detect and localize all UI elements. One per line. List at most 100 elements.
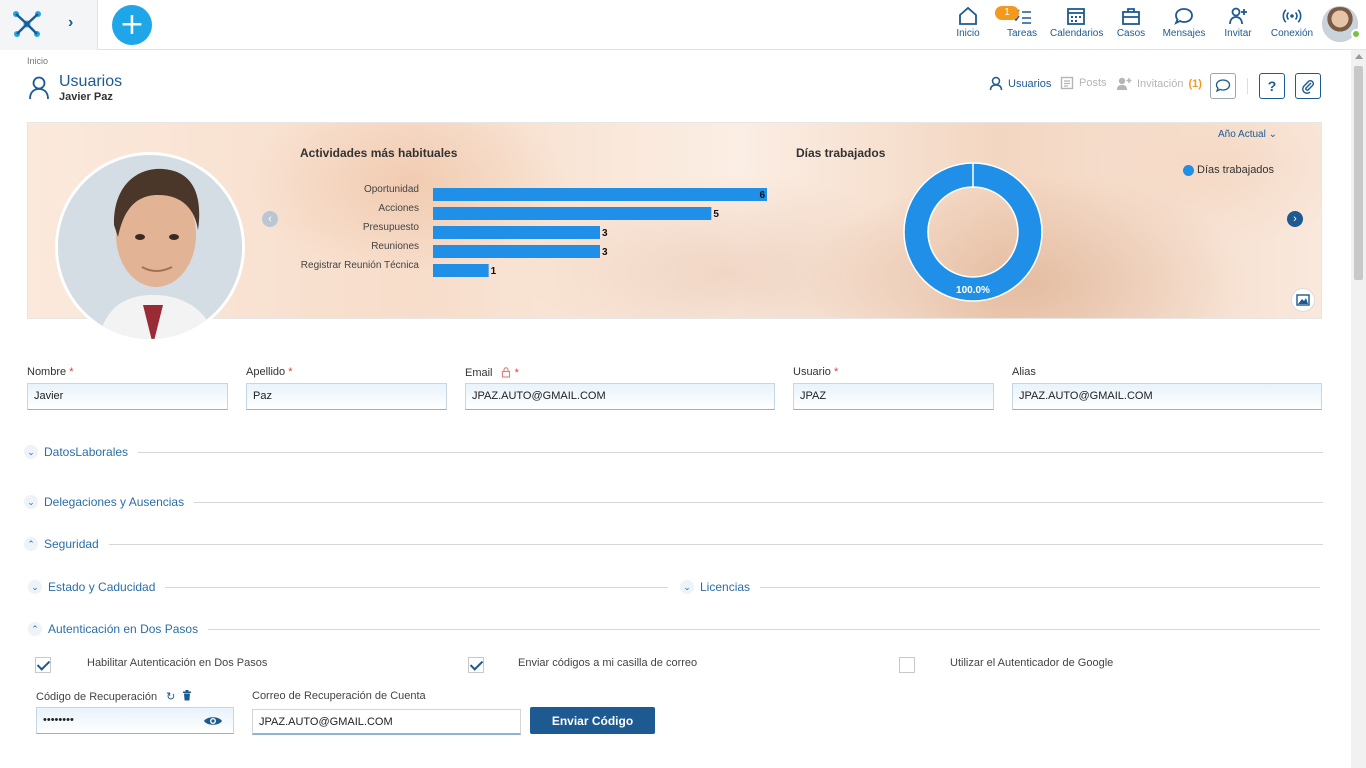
usuario-input[interactable]: JPAZ	[793, 383, 994, 410]
alias-input[interactable]: JPAZ.AUTO@GMAIL.COM	[1012, 383, 1322, 410]
nav-label: Conexión	[1270, 28, 1314, 39]
tab-label: Posts	[1079, 77, 1107, 89]
page-scrollbar[interactable]	[1351, 50, 1366, 768]
bar-value-label: 5	[713, 209, 719, 220]
nav-mensajes[interactable]: Mensajes	[1162, 6, 1206, 39]
brand-area: ›	[0, 0, 98, 50]
bar-2	[433, 226, 600, 239]
scroll-up-icon[interactable]	[1355, 54, 1363, 59]
section-divider	[208, 628, 1320, 630]
nav-casos[interactable]: Casos	[1116, 6, 1146, 39]
top-bar: › + Inicio Tareas 1 Calendarios Casos Me…	[0, 0, 1366, 50]
nav-conexion[interactable]: Conexión	[1270, 6, 1314, 39]
section-label: Autenticación en Dos Pasos	[48, 622, 199, 636]
expand-menu-icon[interactable]: ›	[68, 14, 73, 32]
email-codes-checkbox[interactable]	[468, 657, 484, 673]
app-logo-icon[interactable]	[10, 8, 44, 38]
trash-icon[interactable]	[182, 690, 192, 703]
scrollbar-thumb[interactable]	[1354, 66, 1363, 280]
eye-icon[interactable]	[203, 714, 223, 728]
posts-icon	[1060, 76, 1074, 90]
change-background-button[interactable]	[1291, 288, 1315, 312]
lock-icon	[501, 367, 510, 378]
nav-label: Tareas	[1006, 28, 1037, 39]
days-chart-title: Días trabajados	[796, 146, 886, 160]
tab-label: Invitación	[1137, 77, 1184, 90]
attachments-button[interactable]	[1295, 73, 1321, 99]
bar-category-label: Presupuesto	[363, 222, 420, 233]
tab-usuarios[interactable]: Usuarios	[989, 76, 1051, 91]
refresh-icon[interactable]: ↻	[166, 690, 175, 703]
invite-icon	[1117, 77, 1132, 90]
section-licencias[interactable]: ⌄ Licencias	[680, 580, 1320, 594]
help-button[interactable]: ?	[1259, 73, 1285, 99]
legend-dot-icon	[1183, 164, 1194, 176]
activities-bar-chart: Oportunidad 6 Acciones 5 Presupuesto 3 Reunion…	[301, 184, 767, 277]
send-code-button[interactable]: Enviar Código	[530, 707, 655, 734]
banner-prev-button[interactable]: ‹	[262, 211, 278, 227]
section-estado-caducidad[interactable]: ⌄ Estado y Caducidad	[28, 580, 668, 594]
nav-label: Invitar	[1224, 28, 1252, 39]
calendar-icon	[1067, 8, 1085, 25]
year-select-label: Año Actual	[1218, 129, 1266, 140]
usuario-label: Usuario *	[793, 366, 839, 378]
email-input[interactable]: JPAZ.AUTO@GMAIL.COM	[465, 383, 775, 410]
bar-3	[433, 245, 600, 258]
user-entity-icon	[29, 76, 49, 100]
tab-invitacion[interactable]: Invitación (1)	[1116, 76, 1202, 91]
apellido-label: Apellido *	[246, 366, 293, 378]
create-new-button[interactable]: +	[112, 5, 152, 45]
bar-4	[433, 264, 489, 277]
enable-2fa-label: Habilitar Autenticación en Dos Pasos	[87, 657, 268, 669]
bar-category-label: Reuniones	[371, 241, 419, 252]
recovery-code-label: Código de Recuperación ↻	[36, 690, 192, 703]
chat-icon	[1174, 8, 1193, 25]
tab-posts[interactable]: Posts	[1060, 76, 1107, 90]
year-select[interactable]: Año Actual ⌄	[1218, 129, 1277, 140]
nombre-label: Nombre *	[27, 366, 74, 378]
add-user-icon	[1229, 7, 1247, 25]
nav-invitar[interactable]: Invitar	[1222, 6, 1254, 39]
google-auth-checkbox[interactable]	[899, 657, 915, 673]
section-datos-laborales[interactable]: ⌄ DatosLaborales	[24, 445, 1323, 459]
nav-label: Mensajes	[1162, 28, 1206, 39]
image-icon	[1296, 294, 1310, 306]
recovery-email-input[interactable]: JPAZ.AUTO@GMAIL.COM	[252, 709, 521, 735]
legend-label: Días trabajados	[1197, 164, 1275, 176]
bar-value-label: 3	[602, 228, 608, 239]
header-divider	[1247, 78, 1248, 94]
nombre-input[interactable]: Javier	[27, 383, 228, 410]
recovery-code-value: ••••••••	[43, 714, 74, 726]
section-divider	[138, 451, 1323, 453]
recovery-code-input[interactable]: ••••••••	[36, 707, 234, 734]
comments-button[interactable]	[1210, 73, 1236, 99]
paperclip-icon	[1302, 80, 1314, 94]
donut-inner-border	[927, 186, 1019, 278]
enable-2fa-checkbox[interactable]	[35, 657, 51, 673]
nav-calendarios[interactable]: Calendarios	[1050, 6, 1103, 39]
user-tab-icon	[989, 76, 1003, 91]
bar-1	[433, 207, 712, 220]
section-autenticacion[interactable]: ⌃ Autenticación en Dos Pasos	[28, 622, 1320, 636]
profile-photo[interactable]	[55, 152, 245, 342]
page-title: Usuarios	[59, 73, 123, 90]
invitation-count: (1)	[1188, 77, 1202, 90]
tab-label: Usuarios	[1008, 77, 1052, 90]
nav-label: Inicio	[956, 28, 980, 39]
banner-next-button[interactable]: ›	[1287, 211, 1303, 227]
chevron-up-icon: ⌃	[24, 537, 38, 551]
online-status-icon	[1351, 29, 1361, 39]
apellido-input[interactable]: Paz	[246, 383, 447, 410]
section-seguridad[interactable]: ⌃ Seguridad	[24, 537, 1323, 551]
page-subtitle: Javier Paz	[59, 91, 113, 103]
email-codes-label: Enviar códigos a mi casilla de correo	[518, 657, 698, 669]
donut-slice	[904, 163, 1042, 301]
breadcrumb[interactable]: Inicio	[27, 56, 48, 66]
section-divider	[165, 586, 668, 588]
nav-inicio[interactable]: Inicio	[954, 6, 982, 39]
section-delegaciones[interactable]: ⌄ Delegaciones y Ausencias	[24, 495, 1323, 509]
nav-label: Casos	[1116, 28, 1146, 39]
section-divider	[760, 586, 1320, 588]
chevron-down-icon: ⌄	[680, 580, 694, 594]
signal-icon	[1282, 9, 1302, 23]
